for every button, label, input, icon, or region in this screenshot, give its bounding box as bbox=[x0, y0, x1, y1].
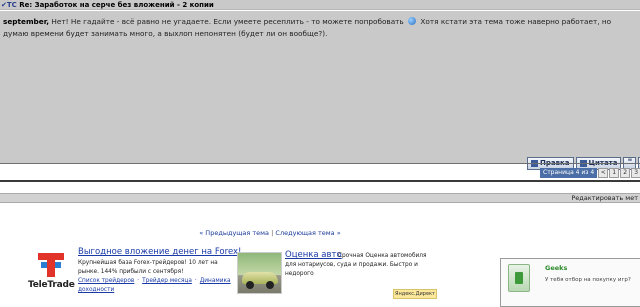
next-topic-link[interactable]: Следующая тема » bbox=[275, 229, 340, 237]
side-ad-description: У тебя отбор на покупку игр? bbox=[545, 277, 631, 283]
car-image[interactable] bbox=[237, 252, 282, 294]
divider bbox=[0, 163, 640, 164]
page-prev-button[interactable]: < bbox=[598, 168, 609, 178]
teletrade-logo-text: TeleTrade bbox=[28, 280, 75, 290]
page-3-link[interactable]: 3 bbox=[631, 168, 640, 178]
teletrade-link-trader-of-month[interactable]: Трейдер месяца bbox=[142, 278, 192, 284]
smile-icon bbox=[408, 17, 417, 25]
post-author[interactable]: september bbox=[3, 17, 46, 26]
ad-side[interactable]: Geeks У тебя отбор на покупку игр? bbox=[500, 258, 640, 307]
pagination: Страница 4 из 4 < 1 2 3 4 bbox=[540, 168, 640, 178]
post-marker: ✔TC bbox=[1, 1, 17, 9]
phone-icon bbox=[508, 264, 530, 292]
auto-description: Срочная Оценка автомобиля для нотариусов… bbox=[285, 253, 427, 277]
post-header: ✔TC Re: Заработок на серче без вложений … bbox=[0, 0, 640, 10]
topic-navigation: « Предыдущая тема | Следующая тема » bbox=[0, 229, 540, 237]
moderation-link[interactable]: Редактировать мет bbox=[571, 194, 638, 203]
teletrade-logo[interactable]: TeleTrade bbox=[28, 247, 75, 295]
teletrade-links: Список трейдеров · Трейдер месяца · Динамика… bbox=[78, 278, 231, 293]
post-title-text: Re: Заработок на серче без вложений - 2 … bbox=[19, 1, 214, 9]
page-1-link[interactable]: 1 bbox=[609, 168, 620, 178]
teletrade-link-traders[interactable]: Список трейдеров bbox=[78, 278, 134, 284]
ad-teletrade[interactable]: TeleTrade Выгодное вложение денег на For… bbox=[28, 247, 241, 307]
page-2-link[interactable]: 2 bbox=[620, 168, 631, 178]
ad-auto[interactable]: Оценка авто Срочная Оценка автомобиля дл… bbox=[237, 247, 437, 307]
moderation-bar: Редактировать мет bbox=[0, 193, 640, 203]
divider-thick bbox=[0, 180, 640, 182]
post-text-part1: Нет! Не гадайте - всё равно не угадаете.… bbox=[51, 17, 404, 26]
post-title: ✔TC Re: Заработок на серче без вложений … bbox=[1, 0, 214, 10]
previous-topic-link[interactable]: « Предыдущая тема bbox=[199, 229, 269, 237]
side-ad-headline[interactable]: Geeks bbox=[545, 264, 567, 272]
post-body: september, Нет! Не гадайте - всё равно н… bbox=[0, 11, 640, 170]
teletrade-logo-icon bbox=[38, 253, 64, 277]
post-message: september, Нет! Не гадайте - всё равно н… bbox=[3, 17, 612, 38]
teletrade-description: Крупнейшая база Forex-трейдеров! 10 лет … bbox=[78, 260, 218, 275]
teletrade-headline[interactable]: Выгодное вложение денег на Forex! bbox=[78, 247, 241, 257]
yandex-direct-badge[interactable]: Яндекс.Директ bbox=[393, 289, 437, 299]
pagination-label[interactable]: Страница 4 из 4 bbox=[540, 168, 598, 178]
topic-nav-separator: | bbox=[271, 229, 274, 237]
